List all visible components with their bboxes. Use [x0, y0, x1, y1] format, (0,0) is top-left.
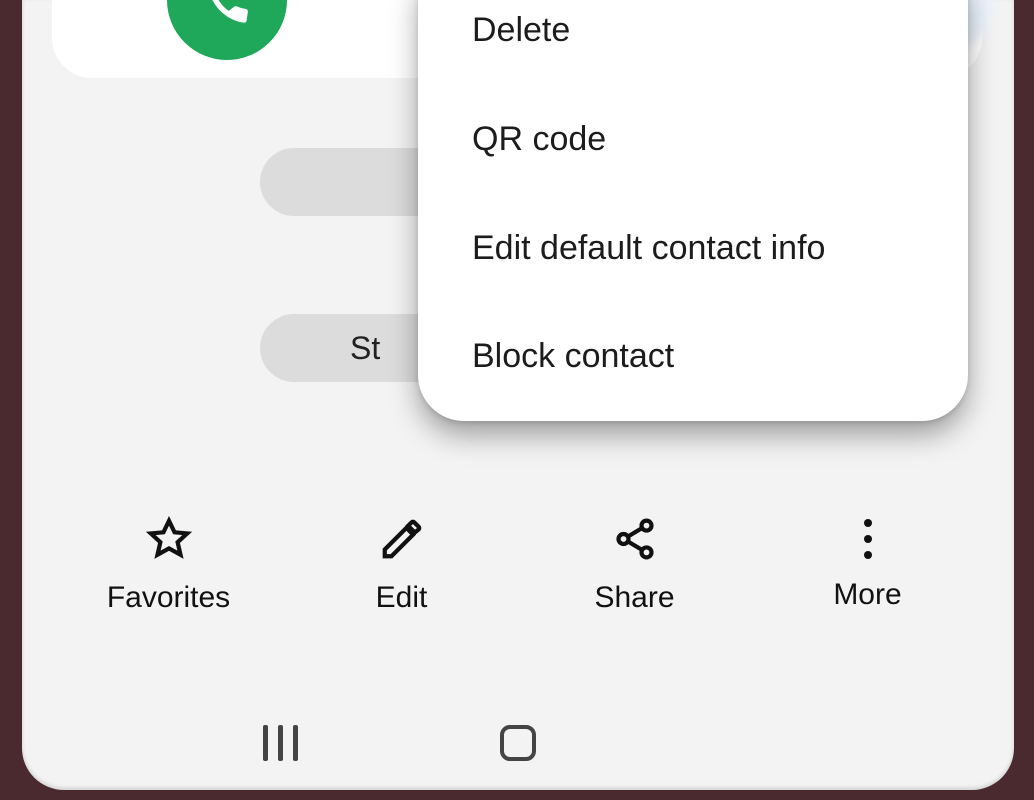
- edit-button[interactable]: Edit: [297, 516, 507, 615]
- menu-item-label: QR code: [472, 120, 606, 158]
- phone-icon: [201, 0, 253, 28]
- star-icon: [146, 516, 192, 565]
- share-icon: [612, 516, 658, 565]
- home-icon: [500, 725, 536, 761]
- menu-item-edit-default-contact-info[interactable]: Edit default contact info: [418, 194, 968, 303]
- favorites-label: Favorites: [107, 581, 230, 615]
- menu-item-block-contact[interactable]: Block contact: [418, 302, 968, 411]
- menu-item-delete[interactable]: Delete: [418, 0, 968, 85]
- favorites-button[interactable]: Favorites: [64, 516, 274, 615]
- nav-home-button[interactable]: [478, 718, 558, 768]
- menu-item-label: Block contact: [472, 337, 674, 375]
- menu-item-label: Edit default contact info: [472, 229, 825, 267]
- more-button[interactable]: More: [763, 516, 973, 615]
- more-menu: Delete QR code Edit default contact info…: [418, 0, 968, 421]
- menu-item-qr-code[interactable]: QR code: [418, 85, 968, 194]
- menu-item-label: Delete: [472, 11, 570, 49]
- storage-pill-label: St: [350, 330, 380, 367]
- share-label: Share: [594, 581, 674, 615]
- device-screen: St Delete QR code Edit default contact i…: [22, 0, 1014, 790]
- share-button[interactable]: Share: [530, 516, 740, 615]
- recents-icon: [263, 725, 298, 761]
- system-navigation-bar: [22, 718, 1014, 768]
- more-label: More: [833, 578, 901, 612]
- nav-back-button[interactable]: [715, 718, 795, 768]
- edit-label: Edit: [376, 581, 428, 615]
- pencil-icon: [379, 516, 425, 565]
- more-vertical-icon: [864, 516, 872, 562]
- nav-recents-button[interactable]: [241, 718, 321, 768]
- bottom-action-row: Favorites Edit Share: [22, 516, 1014, 615]
